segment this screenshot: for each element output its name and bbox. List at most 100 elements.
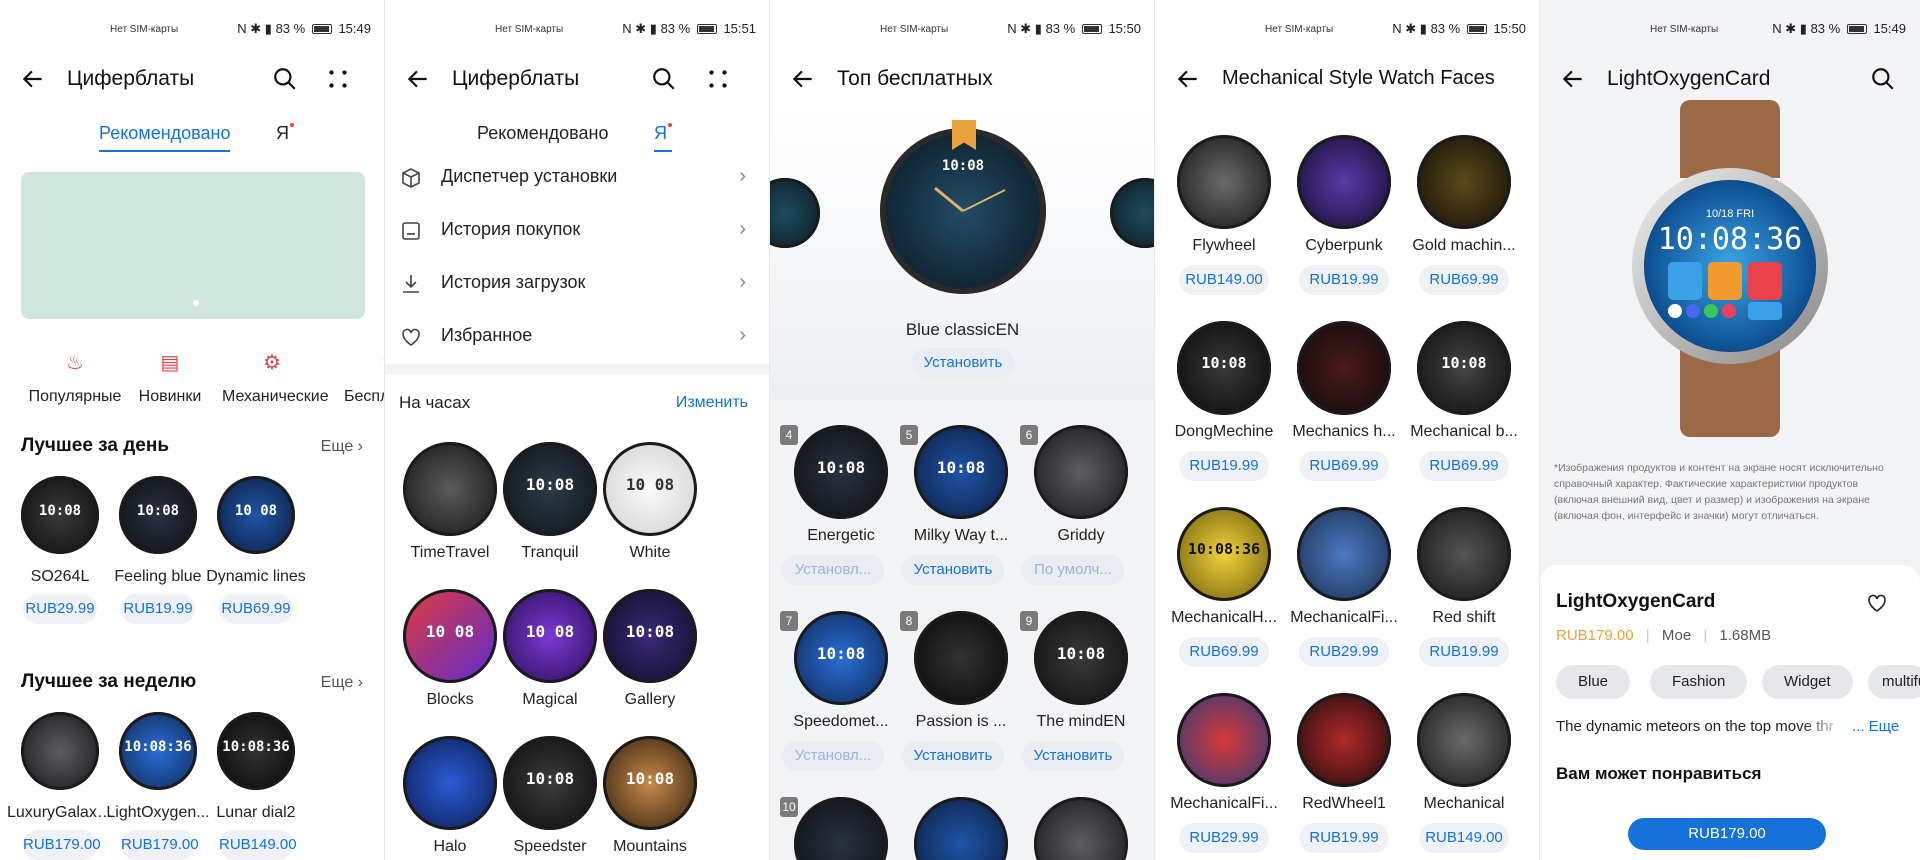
install-button[interactable]: Установл... [782,741,884,771]
expand-link[interactable]: ... Еще [1852,718,1899,735]
price-button[interactable]: RUB19.99 [1299,265,1389,295]
category-new[interactable]: ▤ Новинки [120,350,220,406]
more-link[interactable]: Еще › [321,674,363,692]
watch-face-thumbnail[interactable]: 10:08 [21,476,99,554]
price-button[interactable]: RUB29.99 [1179,823,1269,853]
back-arrow-icon[interactable] [405,66,431,92]
watch-face-thumbnail[interactable]: 10:08:36 [217,712,295,790]
more-grid-icon[interactable] [705,66,731,92]
more-grid-icon[interactable] [325,66,351,92]
category-popular[interactable]: ♨ Популярные [25,350,125,406]
watch-face-thumbnail[interactable] [1297,507,1391,601]
watch-face-thumbnail[interactable]: 10:08 [1034,611,1128,705]
search-icon[interactable] [1870,66,1896,92]
menu-install-manager[interactable]: Диспетчер установки › [385,152,770,204]
status-bar: Нет SIM-карты N ✱ ▮ 83 % 15:50 [1155,0,1540,58]
watch-face-thumbnail[interactable]: 10:08 [914,425,1008,519]
watch-face-thumbnail[interactable] [794,797,888,860]
price-button[interactable]: RUB179.00 [121,830,199,860]
favorite-heart-icon[interactable] [1864,591,1890,615]
watch-face-thumbnail[interactable] [21,712,99,790]
tag-chip[interactable]: Fashion [1650,665,1748,699]
hero-watch-face[interactable]: 10:08 [880,128,1046,294]
back-arrow-icon[interactable] [1560,66,1586,92]
install-button[interactable]: Установить [902,741,1004,771]
buy-button[interactable]: RUB179.00 [1628,818,1826,850]
watch-face-thumbnail[interactable]: 10:08 [603,589,697,683]
menu-purchase-history[interactable]: История покупок › [385,205,770,257]
watch-face-thumbnail[interactable]: 10:08 [1417,321,1511,415]
watch-face-thumbnail[interactable]: 10 08 [403,589,497,683]
tab-me[interactable]: Я [654,123,672,152]
watch-face-name: Red shift [1432,609,1496,626]
price-button[interactable]: RUB69.99 [1299,451,1389,481]
menu-favorites[interactable]: Избранное › [385,311,770,363]
price-button[interactable]: RUB149.00 [219,830,297,860]
watch-face-thumbnail[interactable]: 10 08 [503,589,597,683]
price-button[interactable]: RUB19.99 [1179,451,1269,481]
watch-face-name: Blocks [426,691,474,708]
price-button[interactable]: RUB29.99 [1299,637,1389,667]
price-button[interactable]: RUB69.99 [1419,265,1509,295]
install-button[interactable]: По умолч... [1022,555,1124,585]
watch-face-thumbnail[interactable]: 10:08:36 [1177,507,1271,601]
product-description: The dynamic meteors on the top move thr [1556,718,1834,735]
search-icon[interactable] [651,66,677,92]
tag-chip[interactable]: Widget [1762,665,1853,699]
price-button[interactable]: RUB29.99 [23,594,97,624]
promo-banner[interactable] [21,172,365,319]
price-button[interactable]: RUB69.99 [219,594,293,624]
price-button[interactable]: RUB149.00 [1179,265,1269,295]
watch-face-thumbnail[interactable]: 10:08:36 [119,712,197,790]
tab-recommended[interactable]: Рекомендовано [99,123,231,152]
tag-chip[interactable]: Blue [1556,665,1631,699]
tag-chip[interactable]: multifunctio [1868,665,1920,699]
install-button[interactable]: Установить [1022,741,1124,771]
watch-face-thumbnail[interactable]: 10 08 [603,442,697,536]
watch-face-thumbnail[interactable] [1417,507,1511,601]
watch-face-thumbnail[interactable]: 10:08 [794,611,888,705]
watch-face-thumbnail[interactable] [1417,135,1511,229]
install-button[interactable]: Установл... [782,555,884,585]
watch-face-thumbnail[interactable] [1417,693,1511,787]
menu-download-history[interactable]: История загрузок › [385,258,770,310]
watch-face-thumbnail[interactable] [1297,135,1391,229]
category-mechanical[interactable]: ⚙ Механические [222,350,329,406]
price-button[interactable]: RUB179.00 [23,830,101,860]
price-button[interactable]: RUB69.99 [1419,451,1509,481]
tab-recommended[interactable]: Рекомендовано [477,123,608,144]
watch-face-thumbnail[interactable] [1034,797,1128,860]
watch-face-thumbnail[interactable] [1177,693,1271,787]
price-button[interactable]: RUB19.99 [1299,823,1389,853]
more-link[interactable]: Еще › [321,438,363,456]
price-button[interactable]: RUB149.00 [1419,823,1509,853]
watch-face-thumbnail[interactable] [1177,135,1271,229]
watch-face-thumbnail[interactable] [1297,321,1391,415]
price-button[interactable]: RUB69.99 [1179,637,1269,667]
back-arrow-icon[interactable] [1175,66,1201,92]
back-arrow-icon[interactable] [20,66,46,92]
watch-face-thumbnail[interactable] [403,736,497,830]
watch-face-thumbnail[interactable] [1034,425,1128,519]
watch-face-thumbnail[interactable]: 10:08 [603,736,697,830]
watch-face-thumbnail[interactable]: 10:08 [1177,321,1271,415]
tab-me[interactable]: Я [276,123,294,144]
edit-link[interactable]: Изменить [676,394,748,412]
hero-install-button[interactable]: Установить [912,348,1014,378]
watch-face-thumbnail[interactable]: 10:08 [119,476,197,554]
watch-face-thumbnail[interactable]: 10:08 [503,736,597,830]
price-button[interactable]: RUB19.99 [121,594,195,624]
back-arrow-icon[interactable] [790,66,816,92]
watch-face-thumbnail[interactable]: 10:08 [794,425,888,519]
watch-face-thumbnail[interactable] [403,442,497,536]
watch-face-thumbnail[interactable] [1297,693,1391,787]
watch-face-thumbnail[interactable] [914,797,1008,860]
watch-face-thumbnail[interactable]: 10:08 [503,442,597,536]
install-button[interactable]: Установить [902,555,1004,585]
watch-face-thumbnail[interactable]: 10 08 [217,476,295,554]
install-manager-icon [402,168,420,188]
watch-face-thumbnail[interactable] [914,611,1008,705]
category-free[interactable]: ◔ Беспл [330,350,385,406]
price-button[interactable]: RUB19.99 [1419,637,1509,667]
search-icon[interactable] [272,66,298,92]
